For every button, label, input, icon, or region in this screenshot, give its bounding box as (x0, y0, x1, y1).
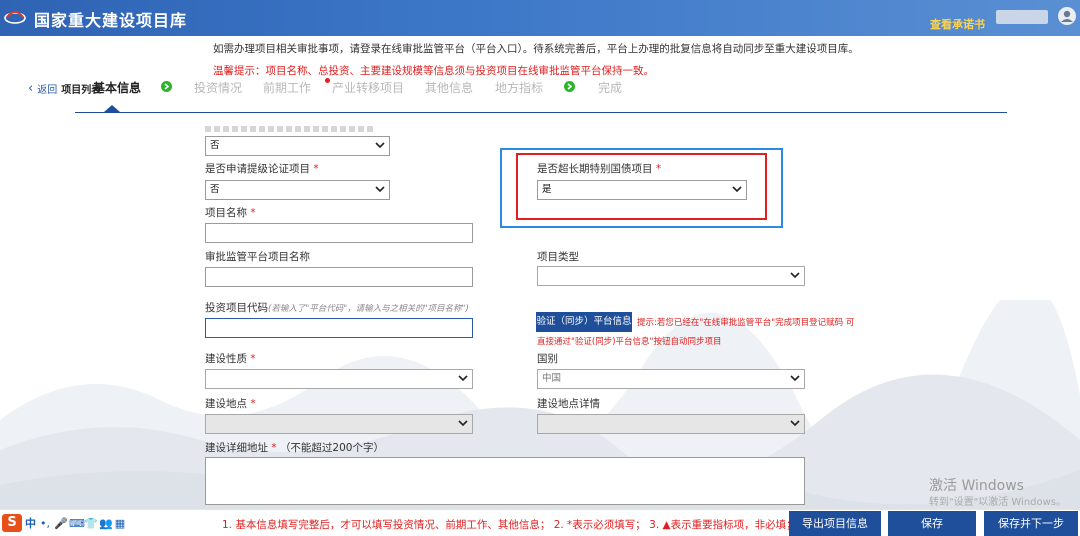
tab-other-info[interactable]: 其他信息 (425, 79, 473, 96)
ime-chinese-mode[interactable]: 中 (25, 515, 36, 531)
sync-notice: 如需办理项目相关审批事项，请登录在线审批监管平台（平台入口）。待系统完善后，平台… (213, 43, 859, 55)
app-logo-icon (4, 11, 26, 24)
investment-code-label: 投资项目代码(若输入了"平台代码"，请输入与之相关的"项目名称") (205, 302, 469, 314)
tab-industry-transfer[interactable]: 产业转移项目 (332, 79, 404, 96)
construction-nature-select[interactable] (205, 369, 473, 389)
demonstration-select[interactable]: 否 (205, 180, 390, 200)
select-value: 中国 (542, 373, 562, 384)
project-name-label: 项目名称 * (205, 207, 256, 219)
address-textarea[interactable] (205, 457, 805, 505)
ultra-long-bond-select[interactable]: 是 (537, 180, 747, 200)
view-commitment-link[interactable]: 查看承诺书 (930, 16, 985, 32)
chevron-down-icon (375, 186, 385, 193)
chevron-down-icon (458, 420, 468, 427)
chevron-down-icon (732, 186, 742, 193)
user-name-blurred[interactable] (996, 10, 1048, 24)
verify-tip-line1: 提示:若您已经在"在线审批监管平台"完成项目登记赋码 可 (637, 318, 855, 328)
demonstration-label: 是否申请提级论证项目 * (205, 163, 319, 175)
step-complete-icon (564, 81, 575, 92)
ime-microphone-icon[interactable]: 🎤 (54, 517, 68, 530)
user-avatar-icon[interactable] (1058, 7, 1076, 25)
sogou-ime-icon[interactable]: S (2, 514, 22, 532)
chevron-down-icon (375, 142, 385, 149)
chevron-down-icon (790, 375, 800, 382)
country-select[interactable]: 中国 (537, 369, 805, 389)
activate-windows-subtitle: 转到"设置"以激活 Windows。 (929, 497, 1067, 508)
chevron-down-icon (790, 272, 800, 279)
tab-investment[interactable]: 投资情况 (194, 79, 242, 96)
top-yes-no-select[interactable]: 否 (205, 136, 390, 156)
nav-underline (75, 112, 1007, 113)
project-type-select[interactable] (537, 266, 805, 286)
location-label: 建设地点 * (205, 398, 256, 410)
location-select[interactable] (205, 414, 473, 434)
ime-punctuation-icon[interactable]: •, (39, 517, 51, 530)
step-navigation: ‹ 返回 项目列表 基本信息 投资情况 前期工作 产业转移项目 其他信息 地方指… (0, 78, 1080, 98)
project-type-label: 项目类型 (537, 251, 579, 263)
export-project-button[interactable]: 导出项目信息 (789, 511, 881, 536)
select-value: 否 (210, 184, 220, 195)
tab-preliminary-work[interactable]: 前期工作 (263, 79, 311, 96)
save-button[interactable]: 保存 (888, 511, 976, 536)
construction-nature-label: 建设性质 * (205, 353, 256, 365)
back-to-list-link[interactable]: ‹ 返回 项目列表 (28, 81, 101, 96)
ime-toolbar[interactable]: S 中 •, 🎤 ⌨ 👕 👥 ▦ (2, 514, 126, 532)
ime-keyboard-icon[interactable]: ⌨ (69, 517, 85, 530)
active-step-caret-icon (104, 105, 120, 112)
country-label: 国别 (537, 353, 558, 365)
chevron-left-icon: ‹ (28, 81, 34, 96)
tab-local-indicators[interactable]: 地方指标 (495, 79, 543, 96)
warm-reminder: 温馨提示：项目名称、总投资、主要建设规模等信息须与投资项目在线审批监管平台保持一… (213, 65, 654, 77)
select-value: 是 (542, 184, 552, 195)
ime-skin-icon[interactable]: 👕 (84, 517, 98, 530)
app-title: 国家重大建设项目库 (34, 11, 188, 30)
address-label: 建设详细地址 * （不能超过200个字） (205, 442, 384, 454)
ultra-long-bond-label: 是否超长期特别国债项目 * (537, 163, 662, 175)
ime-grid-icon[interactable]: ▦ (114, 517, 126, 530)
back-label: 返回 (37, 85, 58, 96)
verify-sync-platform-button[interactable]: 验证（同步）平台信息 (536, 312, 632, 332)
save-next-button[interactable]: 保存并下一步 (984, 511, 1078, 536)
tab-basic-info[interactable]: 基本信息 (93, 79, 141, 96)
chevron-down-icon (790, 420, 800, 427)
tab-complete[interactable]: 完成 (598, 79, 622, 96)
footer-tips: 1. 基本信息填写完整后，才可以填写投资情况、前期工作、其他信息； 2. *表示… (222, 519, 797, 531)
step-complete-icon (161, 81, 172, 92)
clipped-field-label (205, 126, 375, 132)
ime-users-icon[interactable]: 👥 (99, 517, 113, 530)
investment-code-input[interactable] (205, 318, 473, 338)
platform-project-name-label: 审批监管平台项目名称 (205, 251, 310, 263)
project-name-input[interactable] (205, 223, 473, 243)
top-header: 国家重大建设项目库 查看承诺书 (0, 0, 1080, 36)
location-detail-select[interactable] (537, 414, 805, 434)
chevron-down-icon (458, 375, 468, 382)
platform-project-name-input[interactable] (205, 267, 473, 287)
location-detail-label: 建设地点详情 (537, 398, 600, 410)
activate-windows-title: 激活 Windows (929, 478, 1024, 494)
select-value: 否 (210, 140, 220, 151)
bottom-action-bar: S 中 •, 🎤 ⌨ 👕 👥 ▦ 1. 基本信息填写完整后，才可以填写投资情况、… (0, 509, 1080, 536)
verify-tip-line2: 直接通过"验证(同步)平台信息"按钮自动同步项目 (537, 337, 722, 347)
